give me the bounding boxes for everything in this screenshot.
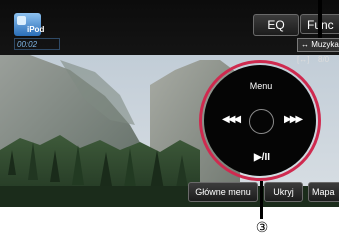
- repeat-icon: [↔]: [297, 55, 310, 64]
- play-pause-button[interactable]: ▶/II: [249, 152, 275, 163]
- menu-button[interactable]: Menu: [245, 81, 277, 91]
- hide-button[interactable]: Ukryj: [264, 182, 303, 202]
- track-count: 8/0: [318, 55, 330, 64]
- elapsed-time: 00:02: [14, 38, 60, 50]
- source-selector[interactable]: ↔ Muzyka: [297, 38, 339, 52]
- center-button[interactable]: [249, 109, 274, 134]
- next-track-icon[interactable]: ▶▶▶: [284, 114, 303, 125]
- source-label: iPod: [27, 25, 45, 34]
- eq-button[interactable]: EQ: [253, 14, 299, 36]
- double-arrow-icon: ↔: [301, 40, 312, 49]
- previous-track-icon[interactable]: ◀◀◀: [222, 114, 241, 125]
- map-button[interactable]: Mapa: [308, 182, 339, 202]
- callout-line-top: [318, 0, 322, 38]
- main-menu-button[interactable]: Główne menu: [188, 182, 258, 202]
- callout-line-bottom: [260, 181, 263, 219]
- source-text: Muzyka: [311, 40, 339, 49]
- callout-number: ③: [255, 219, 269, 235]
